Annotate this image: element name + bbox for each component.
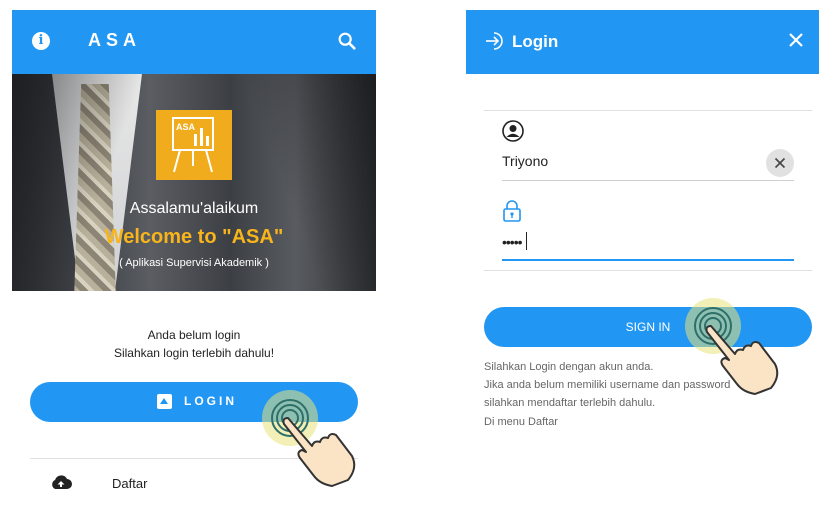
logo-text: ASA xyxy=(176,122,196,132)
cloud-upload-icon xyxy=(52,475,72,489)
login-prompt-text: Silahkan login terlebih dahulu! xyxy=(113,346,275,360)
login-status-text: Anda belum login xyxy=(147,328,241,342)
clear-username-button[interactable] xyxy=(766,149,794,177)
form-top-divider xyxy=(484,110,812,111)
menu-item-label: Daftar xyxy=(112,476,148,491)
hint-text-1: Silahkan Login dengan akun anda. xyxy=(484,361,654,373)
hero-greeting: Assalamu'alaikum xyxy=(129,200,259,217)
login-enter-icon xyxy=(486,32,503,50)
hero-subtitle: ( Aplikasi Supervisi Akademik ) xyxy=(119,257,269,269)
login-screen: Login Triyono ••••• SIGN IN Silahkan Log… xyxy=(466,10,819,509)
hero-welcome: Welcome to "ASA" xyxy=(104,226,284,248)
app-title: ASA xyxy=(88,30,142,50)
hand-pointer-icon xyxy=(262,390,356,487)
password-field[interactable]: ••••• xyxy=(502,234,522,250)
login-app-bar: Login xyxy=(466,10,819,74)
info-icon[interactable]: i xyxy=(32,32,50,50)
hint-text-4: Di menu Daftar xyxy=(484,416,558,428)
clear-icon xyxy=(774,157,786,169)
username-field[interactable]: Triyono xyxy=(502,153,548,169)
hint-text-3: silahkan mendaftar terlebih dahulu. xyxy=(484,397,656,409)
text-cursor xyxy=(526,232,527,250)
hand-pointer-icon xyxy=(685,298,779,395)
search-icon[interactable] xyxy=(336,30,358,52)
username-underline xyxy=(502,180,794,181)
asa-logo: ASA xyxy=(156,110,232,180)
form-bottom-divider xyxy=(484,270,812,271)
password-underline xyxy=(502,259,794,261)
home-screen: i ASA ASA Assalamu'alaikum Welcome to "A… xyxy=(12,10,376,509)
lock-icon xyxy=(503,200,521,222)
close-icon[interactable] xyxy=(786,30,806,50)
login-title: Login xyxy=(512,32,559,51)
user-icon xyxy=(502,120,524,142)
login-icon xyxy=(157,394,172,409)
app-bar: i ASA xyxy=(12,10,376,74)
login-button-label: LOGIN xyxy=(184,394,237,408)
hero-banner: ASA Assalamu'alaikum Welcome to "ASA" ( … xyxy=(12,74,376,291)
